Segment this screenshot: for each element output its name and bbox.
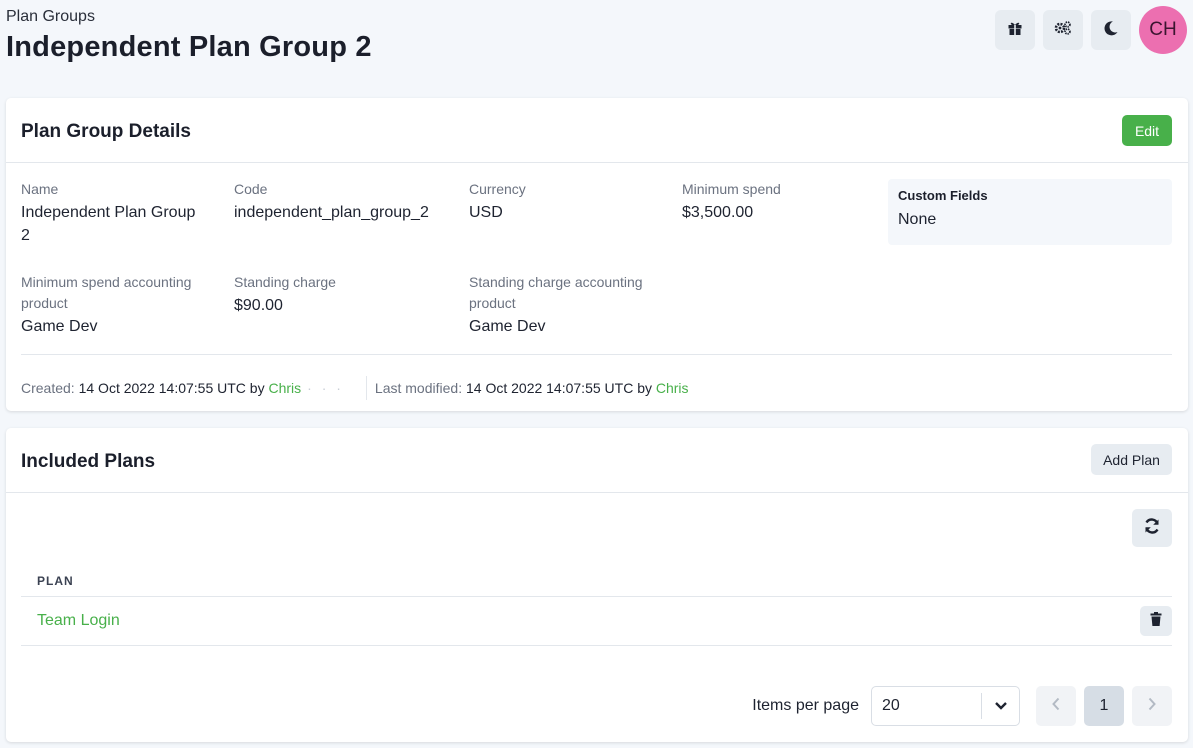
chevron-left-icon [1051,697,1061,716]
minimum-spend-accounting-product-field: Minimum spend accounting product Game De… [21,272,191,338]
field-label: Standing charge [234,274,336,290]
code-field: Code independent_plan_group_2 [234,179,429,224]
page-header: Plan Groups Independent Plan Group 2 [6,8,372,64]
field-label: Code [234,181,268,197]
field-label-line: product [21,295,68,311]
next-page-button[interactable] [1132,686,1172,726]
refresh-icon [1143,517,1161,540]
created-label: Created: [21,380,75,396]
field-label: Minimum spend accounting product [21,272,191,314]
divider [21,354,1172,355]
breadcrumb[interactable]: Plan Groups [6,8,372,26]
field-value-line: Independent Plan Group [21,204,196,221]
card-title: Plan Group Details [21,121,191,142]
created-value: 14 Oct 2022 14:07:55 UTC by [78,380,265,396]
field-value: $90.00 [234,297,283,314]
chevron-down-icon [981,693,1019,719]
modified-label: Last modified: [374,380,463,396]
edit-button[interactable]: Edit [1122,115,1172,146]
modified-value: 14 Oct 2022 14:07:55 UTC by [465,380,652,396]
column-header-plan[interactable]: PLAN [37,574,74,588]
moon-icon [1103,20,1119,41]
page-button-current[interactable]: 1 [1084,686,1124,726]
name-field: Name Independent Plan Group 2 [21,179,195,247]
field-label: Currency [469,181,526,197]
audit-meta: Created: 14 Oct 2022 14:07:55 UTC by Chr… [21,376,689,400]
plan-group-details-card: Plan Group Details Edit Name Independent… [6,98,1188,411]
trash-icon [1150,611,1162,631]
custom-fields-title: Custom Fields [898,188,988,203]
pagination: Items per page 20 1 [752,686,1172,726]
field-value: independent_plan_group_2 [234,204,429,221]
settings-button[interactable] [1043,10,1083,50]
field-value: Independent Plan Group 2 [21,201,195,247]
currency-field: Currency USD [469,179,526,224]
page-title: Independent Plan Group 2 [6,31,372,63]
card-title: Included Plans [21,451,156,472]
items-per-page-select[interactable]: 20 [871,686,1020,726]
included-plans-card: Included Plans Add Plan PLAN Team Login … [6,428,1188,742]
standing-charge-field: Standing charge $90.00 [234,272,336,317]
delete-plan-button[interactable] [1140,606,1172,636]
divider [21,645,1172,646]
card-header: Included Plans Add Plan [6,428,1188,493]
field-label-line: product [469,295,516,311]
field-label-line: Minimum spend accounting [21,274,192,290]
top-actions: CH [995,6,1187,54]
created-by-link[interactable]: Chris [268,380,301,396]
custom-fields-value: None [898,211,937,228]
redacted-text: · · · [307,380,344,396]
divider [21,596,1172,597]
card-header: Plan Group Details Edit [6,98,1188,163]
previous-page-button[interactable] [1036,686,1076,726]
modified-by-link[interactable]: Chris [656,380,689,396]
meta-separator [365,376,367,400]
field-value: USD [469,204,503,221]
field-label-line: Standing charge accounting [469,274,643,290]
items-per-page-label: Items per page [752,697,859,714]
refresh-button[interactable] [1132,509,1172,547]
table-row-plan-link[interactable]: Team Login [37,612,120,630]
field-label: Standing charge accounting product [469,272,643,314]
field-label: Minimum spend [682,181,781,197]
avatar[interactable]: CH [1139,6,1187,54]
chevron-right-icon [1147,697,1157,716]
field-value: $3,500.00 [682,204,754,221]
add-plan-button[interactable]: Add Plan [1091,444,1172,475]
theme-toggle-button[interactable] [1091,10,1131,50]
field-value-line: 2 [21,227,30,244]
gift-icon [1007,20,1023,41]
custom-fields-box: Custom Fields None [888,179,1172,245]
items-per-page-value: 20 [882,697,900,714]
field-value: Game Dev [21,318,98,335]
standing-charge-accounting-product-field: Standing charge accounting product Game … [469,272,643,338]
field-label: Name [21,181,59,197]
minimum-spend-field: Minimum spend $3,500.00 [682,179,781,224]
field-value: Game Dev [469,318,546,335]
gift-button[interactable] [995,10,1035,50]
settings-gears-icon [1054,20,1072,41]
